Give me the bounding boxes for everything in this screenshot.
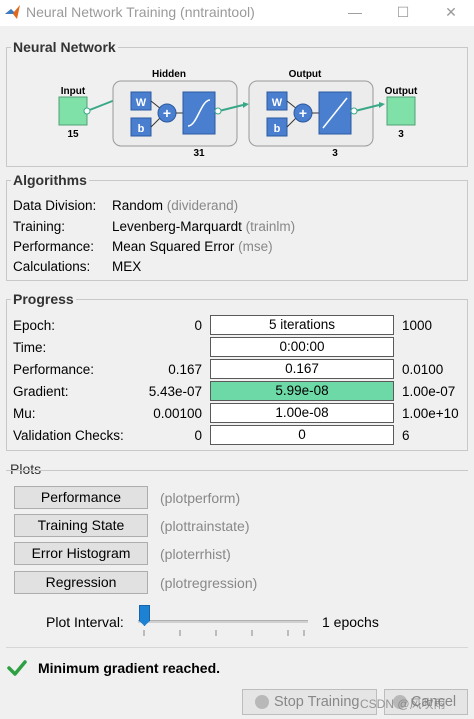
title-bar: Neural Network Training (nntraintool) — …: [0, 0, 474, 26]
plot-function-label: (plotperform): [160, 490, 241, 506]
plots-divider: [6, 470, 468, 471]
plot-interval-track[interactable]: [138, 620, 308, 623]
time-progress-bar: 0:00:00: [210, 337, 394, 357]
error-histogram-plot-button[interactable]: Error Histogram: [14, 542, 148, 565]
algorithm-row: Training: Levenberg-Marquardt (trainlm): [13, 219, 296, 234]
svg-text:+: +: [163, 105, 171, 121]
svg-text:+: +: [299, 105, 307, 121]
training-state-plot-button[interactable]: Training State: [14, 514, 148, 537]
output-size: 3: [398, 129, 404, 140]
plot-interval-value: 1 epochs: [322, 614, 379, 630]
status-message: Minimum gradient reached.: [38, 660, 221, 676]
stop-training-button[interactable]: Stop Training: [242, 689, 377, 715]
stop-icon: [255, 695, 269, 709]
plot-interval-label: Plot Interval:: [46, 614, 124, 630]
network-diagram: Input 15 Hidden W b + 31 Output W b + 3 …: [58, 69, 418, 159]
network-panel: Neural Network Input 15 Hidden W b + 31 …: [6, 39, 468, 167]
mu-progress-bar: 1.00e-08: [210, 403, 394, 423]
output-layer-size: 3: [332, 148, 338, 159]
input-label: Input: [61, 86, 86, 97]
plot-function-label: (ploterrhist): [160, 546, 231, 562]
close-button[interactable]: ✕: [436, 2, 466, 22]
hidden-size: 31: [193, 148, 205, 159]
algorithm-row: Performance: Mean Squared Error (mse): [13, 239, 273, 254]
algorithms-panel: Algorithms Data Division: Random (divider…: [6, 172, 468, 281]
input-size: 15: [67, 129, 79, 140]
output-block: [386, 96, 416, 126]
maximize-button[interactable]: ☐: [388, 2, 418, 22]
epoch-progress-bar: 5 iterations: [210, 315, 394, 335]
output-layer-label: Output: [289, 69, 322, 80]
stop-training-label: Stop Training: [274, 694, 360, 710]
performance-plot-button[interactable]: Performance: [14, 486, 148, 509]
plots-panel-title: Plots: [8, 461, 44, 477]
validation-progress-bar: 0: [210, 425, 394, 445]
performance-progress-bar: 0.167: [210, 359, 394, 379]
hidden-b-label: b: [138, 123, 145, 135]
status-divider: [6, 647, 468, 648]
output-b-label: b: [274, 123, 281, 135]
plot-function-label: (plottrainstate): [160, 518, 250, 534]
algorithms-panel-title: Algorithms: [11, 172, 89, 188]
algorithm-row: Calculations: MEX: [13, 259, 142, 274]
gradient-progress-bar: 5.99e-08: [210, 381, 394, 401]
checkmark-icon: [7, 660, 27, 676]
progress-panel-title: Progress: [11, 291, 76, 307]
matlab-logo-icon: [5, 5, 20, 19]
hidden-w-label: W: [136, 97, 147, 109]
output-w-label: W: [272, 97, 283, 109]
output-label: Output: [385, 86, 418, 97]
algorithm-row: Data Division: Random (dividerand): [13, 198, 239, 213]
input-node: [83, 107, 91, 115]
plot-function-label: (plotregression): [160, 575, 258, 591]
minimize-button[interactable]: —: [340, 2, 370, 22]
watermark: CSDN @风吹雨: [360, 697, 446, 711]
plot-interval-ticks: [143, 630, 305, 636]
input-arrow: [86, 99, 116, 112]
regression-plot-button[interactable]: Regression: [14, 571, 148, 594]
window-title: Neural Network Training (nntraintool): [26, 4, 255, 20]
hidden-label: Hidden: [152, 69, 186, 80]
input-block: [58, 96, 88, 126]
